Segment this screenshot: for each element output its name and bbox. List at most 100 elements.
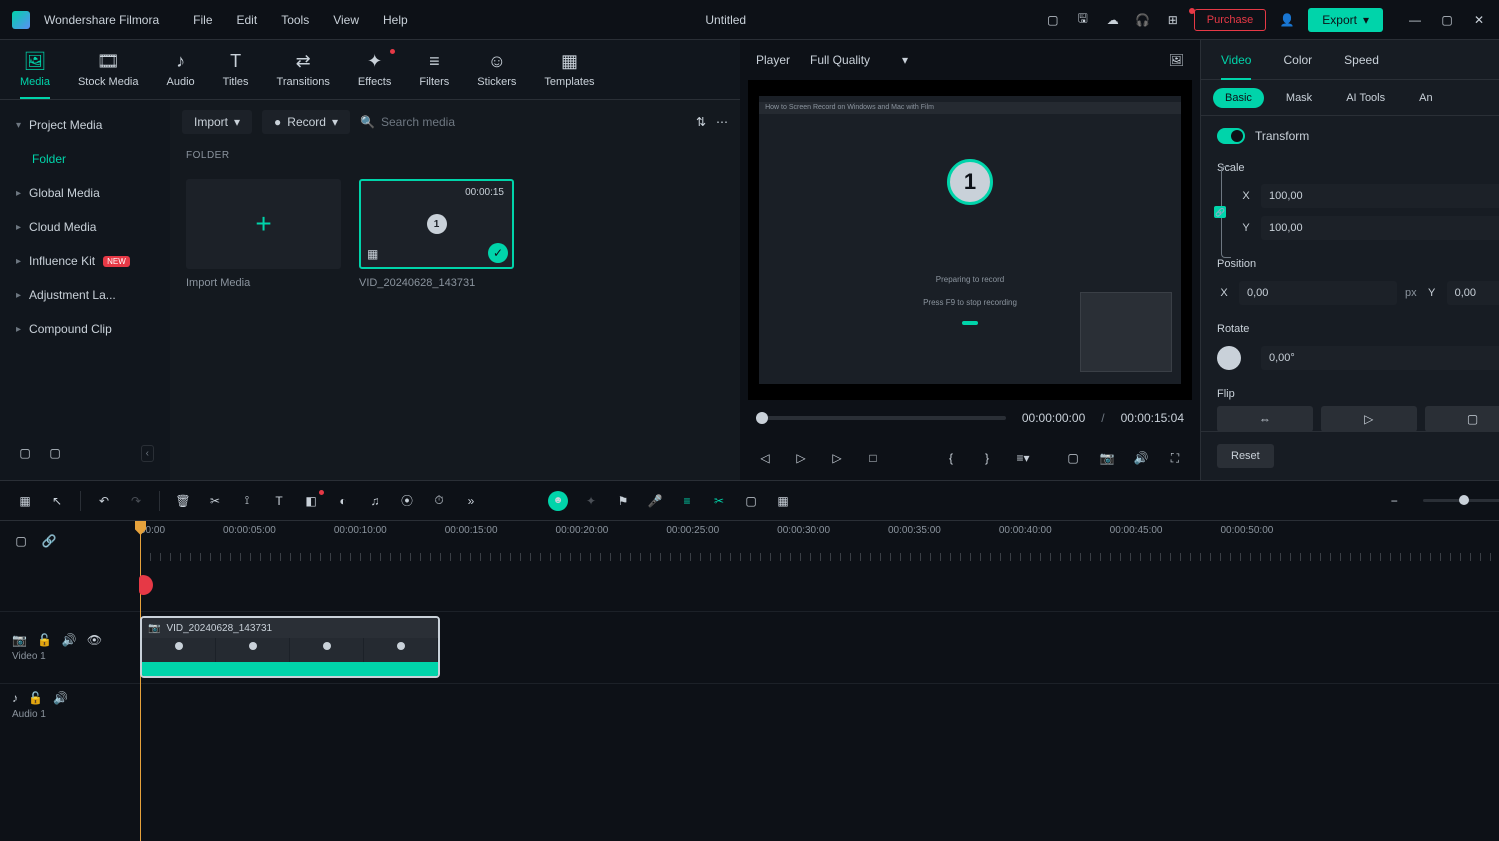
zoom-slider[interactable] xyxy=(1423,499,1499,502)
lock-icon[interactable]: 🔓 xyxy=(37,633,52,647)
new-folder-icon[interactable]: ▢ xyxy=(46,444,64,462)
marker-icon[interactable]: ⚑ xyxy=(614,494,632,508)
subtab-animation[interactable]: An xyxy=(1407,88,1444,108)
device-icon[interactable]: ▢ xyxy=(1044,11,1062,29)
speed-icon[interactable]: ⦿ xyxy=(398,492,416,509)
add-track-icon[interactable]: ▢ xyxy=(12,534,30,548)
link-tracks-icon[interactable]: 🔗 xyxy=(40,534,58,548)
import-dropdown[interactable]: Import▾ xyxy=(182,110,252,134)
tab-stock-media[interactable]: 🎞Stock Media xyxy=(78,51,139,88)
timeline-clip[interactable]: 📷VID_20240628_143731 xyxy=(140,616,440,678)
adjust-icon[interactable]: ◧ xyxy=(302,494,320,508)
sidebar-project-media[interactable]: ▾Project Media xyxy=(0,108,170,142)
more-tools-icon[interactable]: » xyxy=(462,494,480,508)
pos-y-input[interactable] xyxy=(1447,281,1499,305)
tab-color[interactable]: Color xyxy=(1283,53,1312,67)
mixer-icon[interactable]: ≡ xyxy=(678,494,696,508)
color-icon[interactable]: ◐ xyxy=(334,494,352,508)
tab-titles[interactable]: TTitles xyxy=(223,51,249,88)
visibility-icon[interactable]: 👁 xyxy=(87,633,102,647)
export-button[interactable]: Export▾ xyxy=(1308,8,1383,32)
media-clip-tile[interactable]: 00:00:15 1 ▦ ✓ VID_20240628_143731 xyxy=(359,179,514,289)
close-icon[interactable]: ✕ xyxy=(1471,12,1487,28)
undo-icon[interactable]: ↶ xyxy=(95,494,113,508)
quality-dropdown[interactable]: Full Quality▾ xyxy=(810,53,908,67)
pos-x-input[interactable] xyxy=(1239,281,1397,305)
apps-icon[interactable]: ⊞ xyxy=(1164,11,1182,29)
import-media-tile[interactable]: + Import Media xyxy=(186,179,341,289)
mute-audio-icon[interactable]: 🔊 xyxy=(53,691,68,705)
flip-btn-3[interactable]: ▢ xyxy=(1425,406,1499,431)
cloud-icon[interactable]: ☁ xyxy=(1104,11,1122,29)
record-tl-icon[interactable]: ▢ xyxy=(742,494,760,508)
player-preview[interactable]: How to Screen Record on Windows and Mac … xyxy=(748,80,1192,400)
sidebar-folder[interactable]: Folder xyxy=(0,142,170,176)
camera-icon[interactable]: 📷 xyxy=(1098,449,1116,467)
razor-icon[interactable]: ✂ xyxy=(710,494,728,508)
select-tool-icon[interactable]: ↖ xyxy=(48,494,66,508)
play-icon[interactable]: ▷ xyxy=(792,449,810,467)
cut-marker[interactable] xyxy=(139,575,153,595)
redo-icon[interactable]: ↷ xyxy=(127,494,145,508)
layout-icon[interactable]: ▦ xyxy=(16,494,34,508)
scale-x-input[interactable] xyxy=(1261,184,1499,208)
detach-audio-icon[interactable]: ♫ xyxy=(366,494,384,508)
search-input[interactable]: 🔍Search media xyxy=(360,115,686,129)
sidebar-influence-kit[interactable]: ▸Influence KitNEW xyxy=(0,244,170,278)
menu-view[interactable]: View xyxy=(333,13,359,27)
zoom-out-icon[interactable]: − xyxy=(1385,494,1403,508)
tab-stickers[interactable]: ☺Stickers xyxy=(477,51,516,88)
link-icon[interactable]: 🔗 xyxy=(1214,206,1226,218)
tab-media[interactable]: 🖼Media xyxy=(20,51,50,88)
video-track-icon[interactable]: 📷 xyxy=(12,633,27,647)
split-icon[interactable]: ✂ xyxy=(206,494,224,508)
mute-icon[interactable]: 🔊 xyxy=(62,633,77,647)
subtab-mask[interactable]: Mask xyxy=(1274,88,1324,108)
tab-effects[interactable]: ✦Effects xyxy=(358,51,391,88)
snapshot-icon[interactable]: 🖼 xyxy=(1169,53,1184,67)
mark-out-icon[interactable]: } xyxy=(978,449,996,467)
record-dropdown[interactable]: ●Record▾ xyxy=(262,110,350,134)
menu-help[interactable]: Help xyxy=(383,13,408,27)
menu-tools[interactable]: Tools xyxy=(281,13,309,27)
account-icon[interactable]: 👤 xyxy=(1278,11,1296,29)
sidebar-compound-clip[interactable]: ▸Compound Clip xyxy=(0,312,170,346)
delete-icon[interactable]: 🗑 xyxy=(174,494,192,508)
tab-templates[interactable]: ▦Templates xyxy=(544,51,594,88)
menu-file[interactable]: File xyxy=(193,13,212,27)
playback-options-icon[interactable]: ≡▾ xyxy=(1014,449,1032,467)
scale-y-input[interactable] xyxy=(1261,216,1499,240)
collapse-sidebar-icon[interactable]: ‹ xyxy=(141,445,154,462)
transform-toggle[interactable] xyxy=(1217,128,1245,144)
filter-icon[interactable]: ⇅ xyxy=(696,115,706,129)
timeline-ruler[interactable]: 00:0000:00:05:0000:00:10:0000:00:15:0000… xyxy=(140,521,1499,561)
save-icon[interactable]: 🖫 xyxy=(1074,11,1092,29)
tab-transitions[interactable]: ⇄Transitions xyxy=(277,51,330,88)
tab-speed[interactable]: Speed xyxy=(1344,53,1379,67)
display-icon[interactable]: ▢ xyxy=(1064,449,1082,467)
tab-audio[interactable]: ♪Audio xyxy=(167,51,195,88)
sidebar-cloud-media[interactable]: ▸Cloud Media xyxy=(0,210,170,244)
reset-button[interactable]: Reset xyxy=(1217,444,1274,468)
lock-audio-icon[interactable]: 🔓 xyxy=(28,691,43,705)
mic-icon[interactable]: 🎤 xyxy=(646,494,664,508)
sidebar-adjustment-layer[interactable]: ▸Adjustment La... xyxy=(0,278,170,312)
prev-frame-icon[interactable]: ◁ xyxy=(756,449,774,467)
text-icon[interactable]: T xyxy=(270,494,288,508)
audio-track-icon[interactable]: ♪ xyxy=(12,691,18,705)
rotate-input[interactable] xyxy=(1261,346,1499,370)
crop-icon[interactable]: ⟟ xyxy=(238,493,256,508)
duration-icon[interactable]: ⏱ xyxy=(430,493,448,508)
subtab-basic[interactable]: Basic xyxy=(1213,88,1264,108)
volume-icon[interactable]: 🔊 xyxy=(1132,449,1150,467)
tab-video[interactable]: Video xyxy=(1221,53,1251,67)
next-frame-icon[interactable]: ▷ xyxy=(828,449,846,467)
fullscreen-icon[interactable]: ⛶ xyxy=(1166,449,1184,467)
sidebar-global-media[interactable]: ▸Global Media xyxy=(0,176,170,210)
subtab-ai-tools[interactable]: AI Tools xyxy=(1334,88,1397,108)
new-bin-icon[interactable]: ▢ xyxy=(16,444,34,462)
maximize-icon[interactable]: ▢ xyxy=(1439,12,1455,28)
tl-tool-1-icon[interactable]: ✦ xyxy=(582,494,600,508)
headphones-icon[interactable]: 🎧 xyxy=(1134,11,1152,29)
ai-badge-icon[interactable]: ☻ xyxy=(548,491,568,511)
